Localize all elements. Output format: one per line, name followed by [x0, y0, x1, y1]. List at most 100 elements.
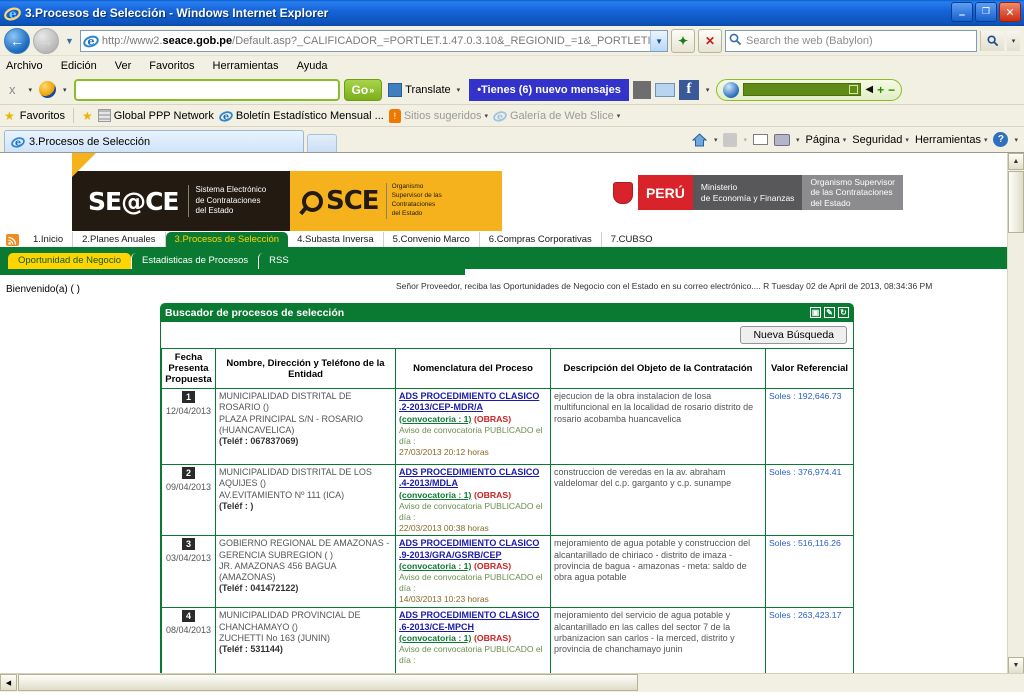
browser-tab[interactable]: e 3.Procesos de Selección	[4, 130, 304, 152]
print-icon[interactable]	[773, 133, 790, 146]
home-caret-icon[interactable]: ▾	[714, 136, 718, 144]
favorites-label[interactable]: Favoritos	[20, 110, 65, 122]
favorite-global-ppp-network[interactable]: Global PPP Network	[97, 109, 214, 122]
refresh-panel-icon[interactable]: ↻	[838, 307, 849, 318]
menu-herramientas[interactable]: Herramientas	[213, 60, 279, 72]
menu-ayuda[interactable]: Ayuda	[297, 60, 328, 72]
refresh-button[interactable]: ✦	[671, 29, 696, 53]
bulb-icon: !	[388, 108, 401, 123]
new-messages-badge[interactable]: •Tienes (6) nuevo mensajes	[469, 78, 629, 101]
minimize-panel-icon[interactable]: ▣	[810, 307, 821, 318]
valor-referencial[interactable]: Soles : 263,423.17	[769, 610, 841, 620]
convocatoria-link[interactable]: (convocatoria : 1)	[399, 561, 471, 571]
convocatoria-link[interactable]: (convocatoria : 1)	[399, 633, 471, 643]
babylon-search-input[interactable]	[73, 78, 340, 101]
nav-tab-compras-corporativas[interactable]: 6.Compras Corporativas	[480, 232, 602, 247]
nav-tab-subasta-inversa[interactable]: 4.Subasta Inversa	[288, 232, 384, 247]
nomenclatura-link[interactable]: ADS PROCEDIMIENTO CLASICO .4-2013/MDLA	[399, 467, 547, 490]
facebook-caret-icon[interactable]: ▾	[703, 86, 713, 94]
radio-player-widget[interactable]: ◀ + −	[716, 78, 903, 101]
home-icon[interactable]	[691, 132, 708, 148]
subtab-rss[interactable]: RSS	[258, 253, 299, 269]
toolbar-panel-icon[interactable]	[654, 82, 675, 97]
url-input[interactable]: e http://www2.seace.gob.pe/Default.asp?_…	[79, 30, 669, 52]
valor-referencial[interactable]: Soles : 516,116.26	[769, 538, 841, 548]
table-row[interactable]: 3 03/04/2013 GOBIERNO REGIONAL DE AMAZON…	[161, 535, 854, 609]
chevron-down-icon[interactable]: ▾	[617, 112, 621, 120]
favorite-sitios-sugeridos[interactable]: ! Sitios sugeridos ▾	[388, 108, 488, 123]
command-herramientas[interactable]: Herramientas ▾	[915, 134, 988, 146]
history-dropdown-icon[interactable]: ▼	[62, 36, 77, 46]
nueva-busqueda-button[interactable]: Nueva Búsqueda	[740, 326, 847, 344]
favorite-galeria-web-slice[interactable]: e Galería de Web Slice ▾	[493, 109, 620, 123]
nomenclatura-link[interactable]: ADS PROCEDIMIENTO CLASICO .9-2013/GRA/GS…	[399, 538, 547, 561]
babylon-go-button[interactable]: Go»	[343, 78, 383, 101]
url-dropdown-icon[interactable]: ▼	[650, 31, 668, 51]
nav-tab-inicio[interactable]: 1.Inicio	[24, 232, 74, 247]
nav-tab-procesos-de-seleccion[interactable]: 3.Procesos de Selección	[165, 232, 289, 247]
nav-tab-convenio-marco[interactable]: 5.Convenio Marco	[384, 232, 480, 247]
scroll-up-button[interactable]: ▲	[1008, 153, 1024, 170]
valor-referencial[interactable]: Soles : 192,646.73	[769, 391, 841, 401]
edit-panel-icon[interactable]: ✎	[824, 307, 835, 318]
menu-ver[interactable]: Ver	[115, 60, 132, 72]
favorite-boletin-estadistico[interactable]: e Boletín Estadístico Mensual ...	[219, 109, 384, 123]
radio-station-select[interactable]	[743, 83, 862, 96]
horizontal-scrollbar[interactable]: ◀	[0, 674, 1007, 692]
close-toolbar-button[interactable]: x	[3, 82, 22, 97]
nav-tab-cubso[interactable]: 7.CUBSO	[602, 232, 662, 247]
seace-logo[interactable]: SE@CE Sistema Electrónico de Contratacio…	[72, 171, 290, 231]
forward-button[interactable]: →	[33, 28, 59, 54]
close-button[interactable]: ✕	[999, 2, 1021, 22]
volume-down-button[interactable]: −	[888, 83, 895, 97]
scroll-thumb[interactable]	[1008, 171, 1024, 233]
nomenclatura-link[interactable]: ADS PROCEDIMIENTO CLASICO .2-2013/CEP-MD…	[399, 391, 547, 414]
new-tab-button[interactable]	[307, 134, 337, 152]
table-row[interactable]: 1 12/04/2013 MUNICIPALIDAD DISTRITAL DE …	[161, 388, 854, 465]
chevron-down-icon[interactable]: ▾	[484, 112, 488, 120]
subtab-estadisticas-de-procesos[interactable]: Estadisticas de Procesos	[131, 253, 259, 269]
maximize-button[interactable]: ❐	[975, 2, 997, 22]
search-input[interactable]: Search the web (Babylon)	[725, 30, 978, 52]
scroll-left-button[interactable]: ◀	[0, 674, 17, 691]
nav-tab-planes-anuales[interactable]: 2.Planes Anuales	[73, 232, 166, 247]
vertical-scrollbar[interactable]: ▲ ▼	[1007, 153, 1024, 673]
subtab-oportunidad-de-negocio[interactable]: Oportunidad de Negocio	[8, 253, 131, 269]
help-icon[interactable]: ?	[993, 132, 1009, 147]
babylon-caret-icon[interactable]: ▾	[60, 86, 70, 94]
menu-edicion[interactable]: Edición	[61, 60, 97, 72]
minimize-button[interactable]: _	[951, 2, 973, 22]
translate-button[interactable]: Translate ▾	[386, 82, 465, 97]
toolbar-options-caret-icon[interactable]: ▾	[26, 86, 36, 94]
scroll-track[interactable]	[1008, 233, 1024, 657]
menu-favoritos[interactable]: Favoritos	[149, 60, 194, 72]
speaker-icon[interactable]: ◀	[865, 84, 873, 95]
h-scroll-thumb[interactable]	[18, 674, 638, 691]
help-caret-icon[interactable]: ▾	[1014, 136, 1018, 144]
table-row[interactable]: 4 08/04/2013 MUNICIPALIDAD PROVINCIAL DE…	[161, 607, 854, 673]
print-caret-icon[interactable]: ▾	[796, 136, 800, 144]
toolbar-unknown-icon[interactable]	[632, 80, 651, 99]
search-submit-button[interactable]	[980, 31, 1005, 51]
menu-archivo[interactable]: Archivo	[6, 60, 43, 72]
rss-icon[interactable]	[6, 234, 19, 246]
command-seguridad[interactable]: Seguridad ▾	[852, 134, 909, 146]
command-pagina[interactable]: Página ▾	[805, 134, 846, 146]
table-row[interactable]: 2 09/04/2013 MUNICIPALIDAD DISTRITAL DE …	[161, 463, 854, 537]
fecha-value: 03/04/2013	[165, 553, 212, 564]
valor-referencial[interactable]: Soles : 376,974.41	[769, 467, 841, 477]
search-provider-dropdown-icon[interactable]: ▾	[1007, 31, 1020, 51]
convocatoria-link[interactable]: (convocatoria : 1)	[399, 414, 471, 424]
volume-up-button[interactable]: +	[877, 83, 884, 97]
mail-icon[interactable]	[752, 134, 768, 145]
osce-logo[interactable]: SCE Organismo Supervisor de las Contrata…	[290, 171, 502, 231]
rss-feeds-icon[interactable]	[723, 132, 738, 147]
stop-button[interactable]: ✕	[698, 29, 723, 53]
chevron-down-icon[interactable]: ▾	[454, 86, 464, 94]
back-button[interactable]: ←	[4, 28, 30, 54]
scroll-down-button[interactable]: ▼	[1008, 657, 1024, 673]
facebook-icon[interactable]: f	[678, 79, 699, 100]
add-favorite-icon[interactable]: ★	[82, 109, 93, 123]
nomenclatura-link[interactable]: ADS PROCEDIMIENTO CLASICO .6-2013/CE-MPC…	[399, 610, 547, 633]
convocatoria-link[interactable]: (convocatoria : 1)	[399, 490, 471, 500]
